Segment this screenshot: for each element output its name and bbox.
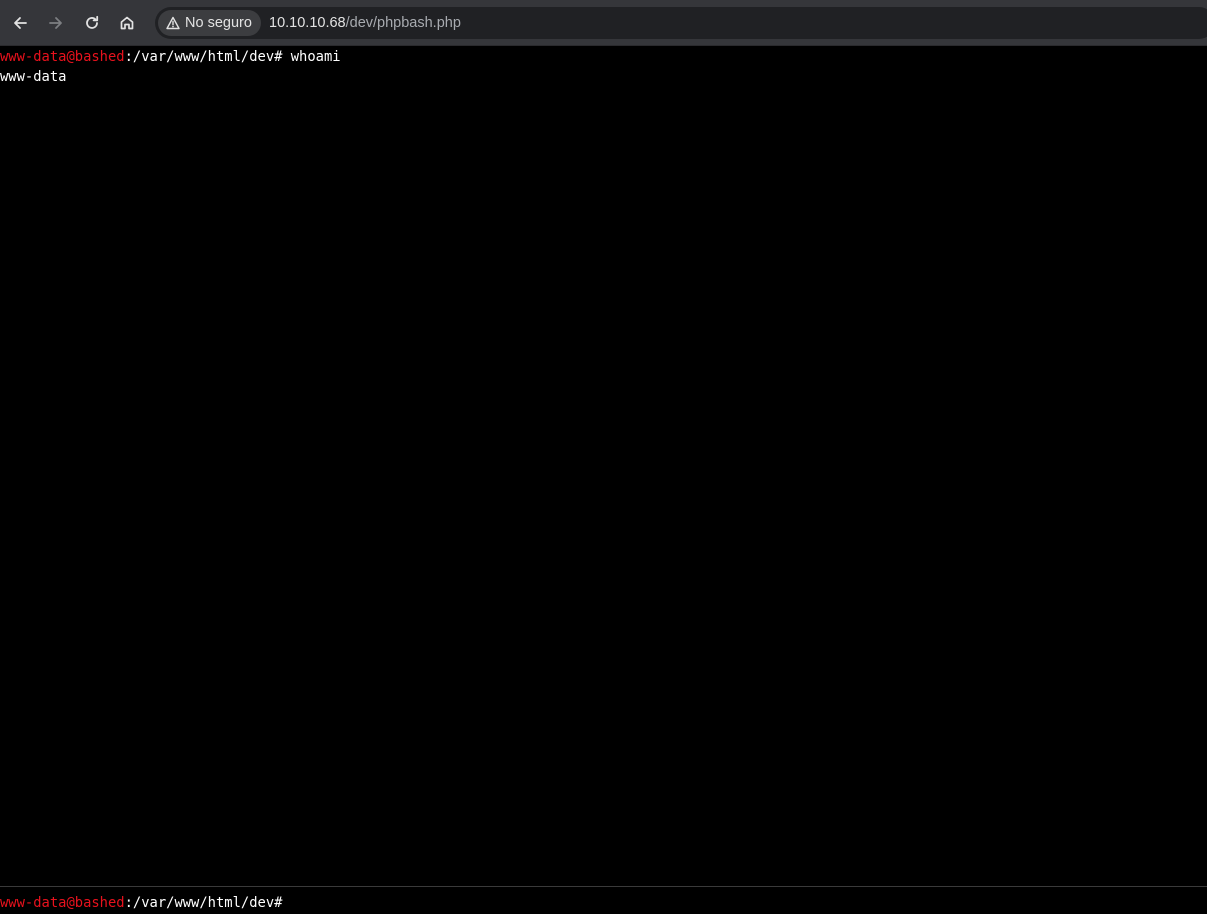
input-prompt-user: www-data@bashed <box>0 895 125 911</box>
command-text: whoami <box>282 49 341 65</box>
warning-triangle-icon <box>166 16 180 30</box>
output-text: www-data <box>0 69 67 85</box>
reload-icon <box>86 15 99 29</box>
browser-toolbar: No seguro 10.10.10.68/dev/phpbash.php <box>0 0 1207 46</box>
forward-button[interactable] <box>40 7 72 39</box>
url-host: 10.10.10.68 <box>269 15 346 31</box>
input-prompt-path: :/var/www/html/dev# <box>124 895 283 911</box>
security-label: No seguro <box>185 15 252 31</box>
terminal-output-line: www-data <box>0 67 1207 87</box>
prompt-user: www-data@bashed <box>0 49 125 65</box>
back-button[interactable] <box>4 7 36 39</box>
url-path: /dev/phpbash.php <box>345 15 461 31</box>
home-icon <box>120 16 134 30</box>
home-button[interactable] <box>111 7 143 39</box>
terminal-output: www-data@bashed:/var/www/html/dev# whoam… <box>0 47 1207 885</box>
arrow-left-icon <box>14 17 27 29</box>
command-input[interactable] <box>292 892 1192 912</box>
security-chip[interactable]: No seguro <box>158 10 261 36</box>
address-bar[interactable]: No seguro 10.10.10.68/dev/phpbash.php <box>155 7 1207 39</box>
url-text[interactable]: 10.10.10.68/dev/phpbash.php <box>269 14 461 32</box>
reload-button[interactable] <box>76 7 108 39</box>
arrow-right-icon <box>49 17 62 29</box>
input-prompt: www-data@bashed:/var/www/html/dev# <box>0 893 282 913</box>
prompt-path: :/var/www/html/dev# <box>124 49 283 65</box>
terminal-command-line: www-data@bashed:/var/www/html/dev# whoam… <box>0 47 1207 67</box>
command-input-bar: www-data@bashed:/var/www/html/dev# <box>0 886 1207 914</box>
